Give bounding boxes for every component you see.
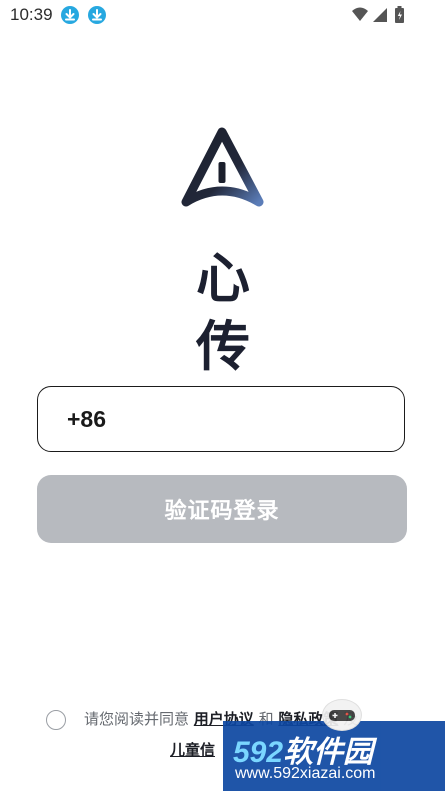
- battery-icon: [395, 6, 404, 23]
- app-title-line-1: 心: [196, 246, 250, 310]
- app-title: 心 传: [186, 244, 260, 380]
- status-time: 10:39: [10, 5, 53, 24]
- country-code-selector[interactable]: +86: [67, 406, 106, 433]
- signal-icon: [373, 8, 387, 22]
- triangle-logo-icon: [180, 126, 265, 211]
- download-notification-icon: [61, 6, 79, 24]
- agreement-text-line-2: 儿童信: [170, 735, 215, 765]
- phone-input[interactable]: [120, 398, 390, 440]
- agreement-prefix: 请您阅读并同意: [84, 710, 190, 728]
- watermark-url: www.592xiazai.com: [235, 765, 376, 782]
- agreement-checkbox[interactable]: [46, 710, 66, 730]
- system-status-icons: [351, 6, 413, 24]
- verification-code-login-button[interactable]: 验证码登录: [37, 475, 407, 543]
- wifi-icon: [352, 7, 368, 21]
- watermark-overlay: 592软件园 www.592xiazai.com: [223, 699, 445, 791]
- status-bar: 10:39: [0, 0, 445, 30]
- children-policy-link[interactable]: 儿童信: [170, 741, 215, 759]
- phone-field[interactable]: +86: [37, 386, 405, 452]
- download-notification-icon: [88, 6, 106, 24]
- app-title-line-2: 传: [196, 314, 250, 378]
